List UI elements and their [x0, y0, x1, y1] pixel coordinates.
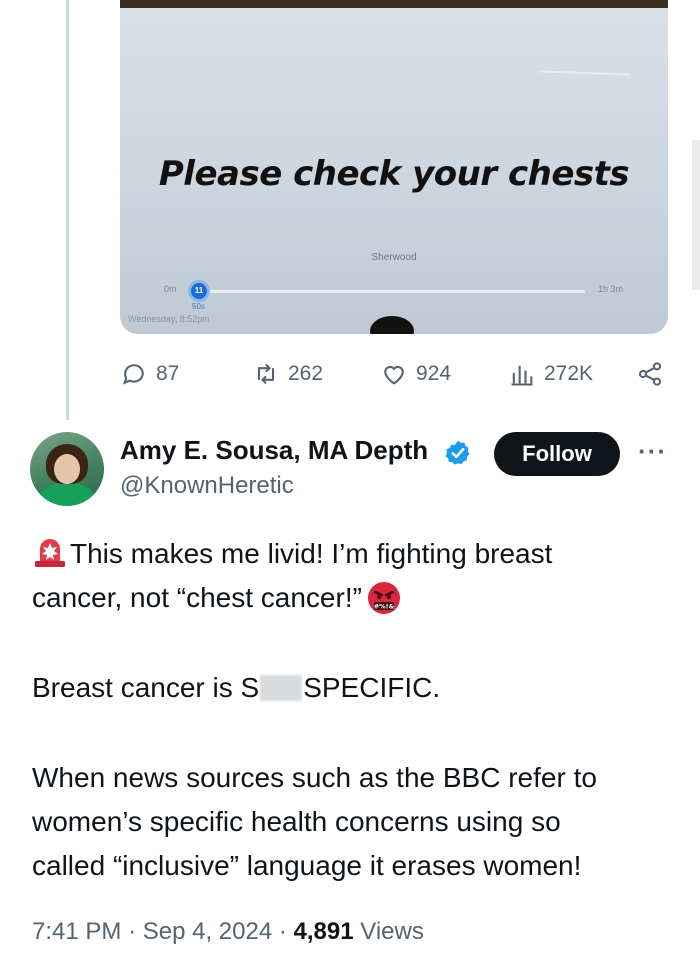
tweet-text-line: This makes me livid! I’m fighting breast	[32, 532, 552, 576]
tweet-views-count: 4,891	[293, 918, 354, 945]
siren-emoji-icon	[35, 539, 65, 567]
tweet-views-label: Views	[360, 918, 424, 945]
media-time-end: 1h 3m	[598, 284, 624, 294]
verified-badge-icon	[445, 440, 470, 465]
repost-count: 262	[288, 362, 324, 385]
media-progress-track	[200, 290, 585, 293]
media-time-start: 0m	[164, 284, 177, 294]
tweet-media[interactable]: Please check your chests Sherwood 0m 1h …	[120, 0, 668, 334]
tweet-time[interactable]: 7:41 PM	[32, 918, 121, 945]
tweet-text-line: cancer, not “chest cancer!” #%!&	[32, 576, 402, 620]
media-date-overlay: Wednesday, 8:52pm	[128, 314, 210, 324]
tweet-line-1: This makes me livid! I’m fighting breast	[70, 538, 553, 569]
avatar[interactable]	[30, 432, 104, 506]
follow-button[interactable]: Follow	[494, 432, 620, 476]
more-options-icon[interactable]: ···	[638, 436, 667, 467]
tweet-line-3a: Breast cancer is S	[32, 672, 260, 703]
views-button[interactable]: 272K	[508, 356, 593, 392]
avatar-shirt	[38, 482, 96, 506]
scrollbar[interactable]	[692, 140, 700, 290]
reply-icon	[122, 364, 144, 385]
share-icon	[638, 362, 662, 386]
tweet-text-line: Breast cancer is S SPECIFIC.	[32, 666, 440, 710]
angry-face-text: #%!&	[374, 603, 395, 611]
views-count: 272K	[544, 362, 594, 385]
reply-button[interactable]: 87	[120, 356, 179, 392]
meta-separator: ·	[278, 918, 287, 945]
tweet-line-5: women’s specific health concerns using s…	[32, 806, 561, 837]
tweet-line-2: cancer, not “chest cancer!”	[32, 582, 362, 613]
media-source-label: Sherwood	[371, 252, 417, 263]
avatar-face	[54, 454, 80, 484]
tweet-action-bar: 87 262 924 272K	[120, 356, 668, 392]
reply-count: 87	[156, 362, 180, 385]
media-highlight	[539, 70, 631, 76]
repost-icon	[257, 363, 275, 385]
author-handle[interactable]: @KnownHeretic	[120, 472, 294, 500]
thread-connector-line	[66, 0, 69, 420]
media-caption: Please check your chests	[158, 154, 630, 194]
angry-face-emoji-icon: #%!&	[367, 582, 400, 614]
tweet-date[interactable]: Sep 4, 2024	[143, 918, 272, 945]
media-top-edge	[120, 0, 668, 8]
tweet-line-6: called “inclusive” language it erases wo…	[32, 850, 582, 881]
repost-button[interactable]: 262	[252, 356, 323, 392]
author-name[interactable]: Amy E. Sousa, MA Depth	[120, 435, 428, 466]
like-count: 924	[416, 362, 452, 385]
censored-word	[260, 675, 303, 701]
like-button[interactable]: 924	[380, 356, 451, 392]
bar-chart-icon	[511, 365, 533, 386]
media-knob-sublabel: 50s	[192, 302, 205, 311]
tweet-meta: 7:41 PM · Sep 4, 2024 · 4,891 Views	[32, 918, 424, 946]
meta-separator: ·	[128, 918, 137, 945]
share-button[interactable]	[636, 356, 664, 392]
tweet-line-3b: SPECIFIC.	[303, 672, 441, 703]
media-dark-button	[370, 316, 414, 334]
media-progress-knob: 11	[188, 280, 210, 302]
heart-icon	[384, 365, 404, 385]
tweet-line-4: When news sources such as the BBC refer …	[32, 762, 597, 793]
